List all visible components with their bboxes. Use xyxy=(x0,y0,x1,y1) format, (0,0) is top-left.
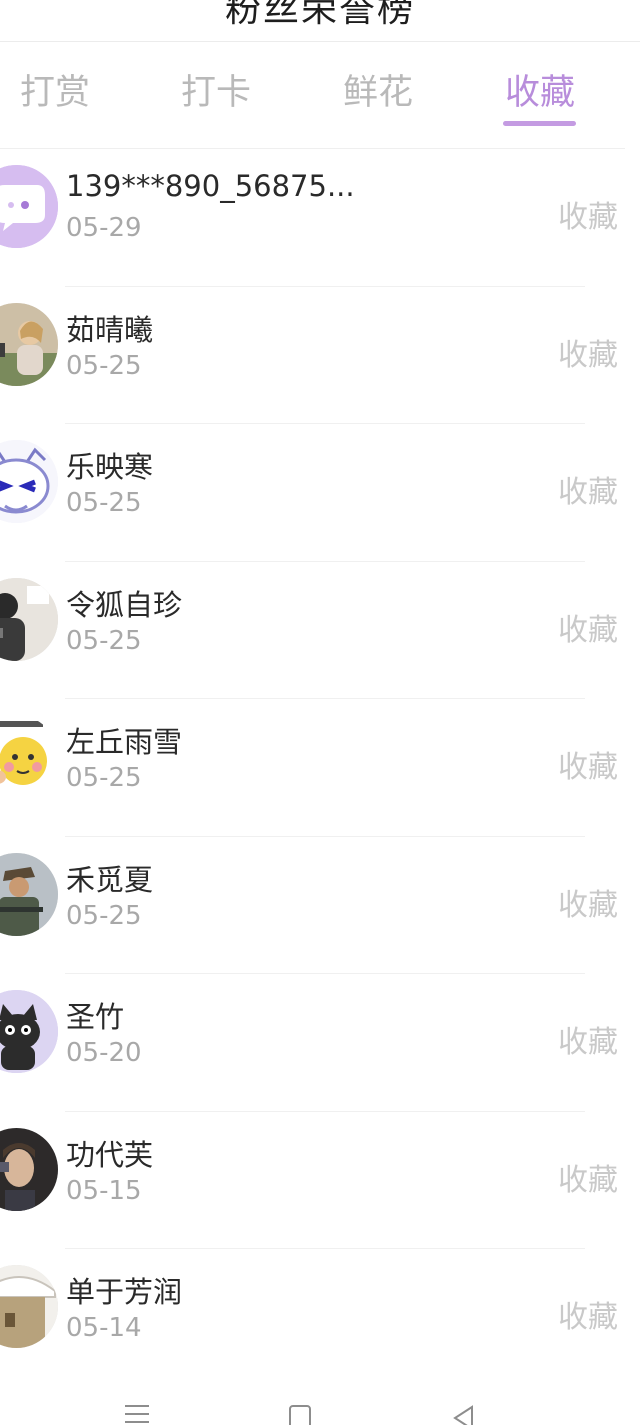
favorite-label: 收藏 xyxy=(558,475,618,510)
header: 粉丝荣誉榜 xyxy=(0,0,640,42)
tab-bar: 打赏 打卡 鲜花 收藏 xyxy=(0,42,640,148)
favorite-label: 收藏 xyxy=(558,1300,618,1335)
cat-avatar xyxy=(0,990,58,1073)
fan-date: 05-15 xyxy=(66,1175,142,1206)
page-title: 粉丝荣誉榜 xyxy=(224,0,415,30)
tab-flowers[interactable]: 鲜花 xyxy=(318,64,438,114)
favorite-label: 收藏 xyxy=(558,750,618,785)
emoji-avatar xyxy=(0,715,58,798)
tab-reward[interactable]: 打赏 xyxy=(0,64,115,114)
list-item[interactable]: 乐映寒 05-25 收藏 xyxy=(0,424,640,562)
fan-name: 禾觅夏 xyxy=(66,862,154,897)
fan-name: 圣竹 xyxy=(66,1000,125,1034)
chat-bubble-avatar xyxy=(0,165,58,248)
list-item[interactable]: 禾觅夏 05-25 收藏 xyxy=(0,837,640,974)
fans-honor-page: 粉丝荣誉榜 打赏 打卡 鲜花 收藏 139***890_56875... 05-… xyxy=(0,0,640,1425)
fan-name: 功代芙 xyxy=(66,1137,154,1172)
fan-name: 茹晴曦 xyxy=(66,312,154,347)
system-nav-bar xyxy=(0,1395,640,1425)
photo-avatar xyxy=(0,1127,58,1211)
fan-date: 05-14 xyxy=(66,1313,142,1343)
photo-avatar xyxy=(0,1265,58,1348)
favorite-label: 收藏 xyxy=(558,1025,618,1060)
back-icon[interactable] xyxy=(452,1405,474,1425)
home-icon[interactable] xyxy=(289,1405,311,1425)
photo-avatar xyxy=(0,577,58,661)
favorite-label: 收藏 xyxy=(558,887,618,923)
fan-date: 05-25 xyxy=(66,900,142,931)
fan-name: 单于芳润 xyxy=(66,1275,183,1309)
cartoon-avatar xyxy=(0,440,58,523)
photo-avatar xyxy=(0,852,58,936)
fan-date: 05-29 xyxy=(66,213,142,243)
fan-date: 05-25 xyxy=(66,625,142,656)
list-item[interactable]: 令狐自珍 05-25 收藏 xyxy=(0,562,640,699)
fan-date: 05-20 xyxy=(66,1038,142,1068)
list-item[interactable]: 单于芳润 05-14 收藏 xyxy=(0,1249,640,1387)
fan-name: 令狐自珍 xyxy=(66,587,183,622)
favorite-label: 收藏 xyxy=(558,1162,618,1198)
fan-name: 乐映寒 xyxy=(66,450,154,484)
fan-date: 05-25 xyxy=(66,763,142,793)
tab-favorites[interactable]: 收藏 xyxy=(480,64,600,114)
tab-checkin[interactable]: 打卡 xyxy=(156,64,276,114)
fan-date: 05-25 xyxy=(66,350,142,381)
photo-avatar xyxy=(0,302,58,386)
fan-name: 139***890_56875... xyxy=(66,169,355,203)
list-item[interactable]: 139***890_56875... 05-29 收藏 xyxy=(0,149,640,287)
list-item[interactable]: 圣竹 05-20 收藏 xyxy=(0,974,640,1112)
list-item[interactable]: 功代芙 05-15 收藏 xyxy=(0,1112,640,1249)
favorite-label: 收藏 xyxy=(558,612,618,648)
fan-date: 05-25 xyxy=(66,488,142,518)
list-item[interactable]: 左丘雨雪 05-25 收藏 xyxy=(0,699,640,837)
menu-icon[interactable] xyxy=(125,1405,149,1425)
favorite-label: 收藏 xyxy=(558,337,618,373)
list-item[interactable]: 茹晴曦 05-25 收藏 xyxy=(0,287,640,424)
active-tab-indicator xyxy=(503,121,576,126)
fan-name: 左丘雨雪 xyxy=(66,725,183,759)
fan-list: 139***890_56875... 05-29 收藏 茹晴曦 05-25 收藏 xyxy=(0,149,640,1387)
favorite-label: 收藏 xyxy=(558,200,618,235)
